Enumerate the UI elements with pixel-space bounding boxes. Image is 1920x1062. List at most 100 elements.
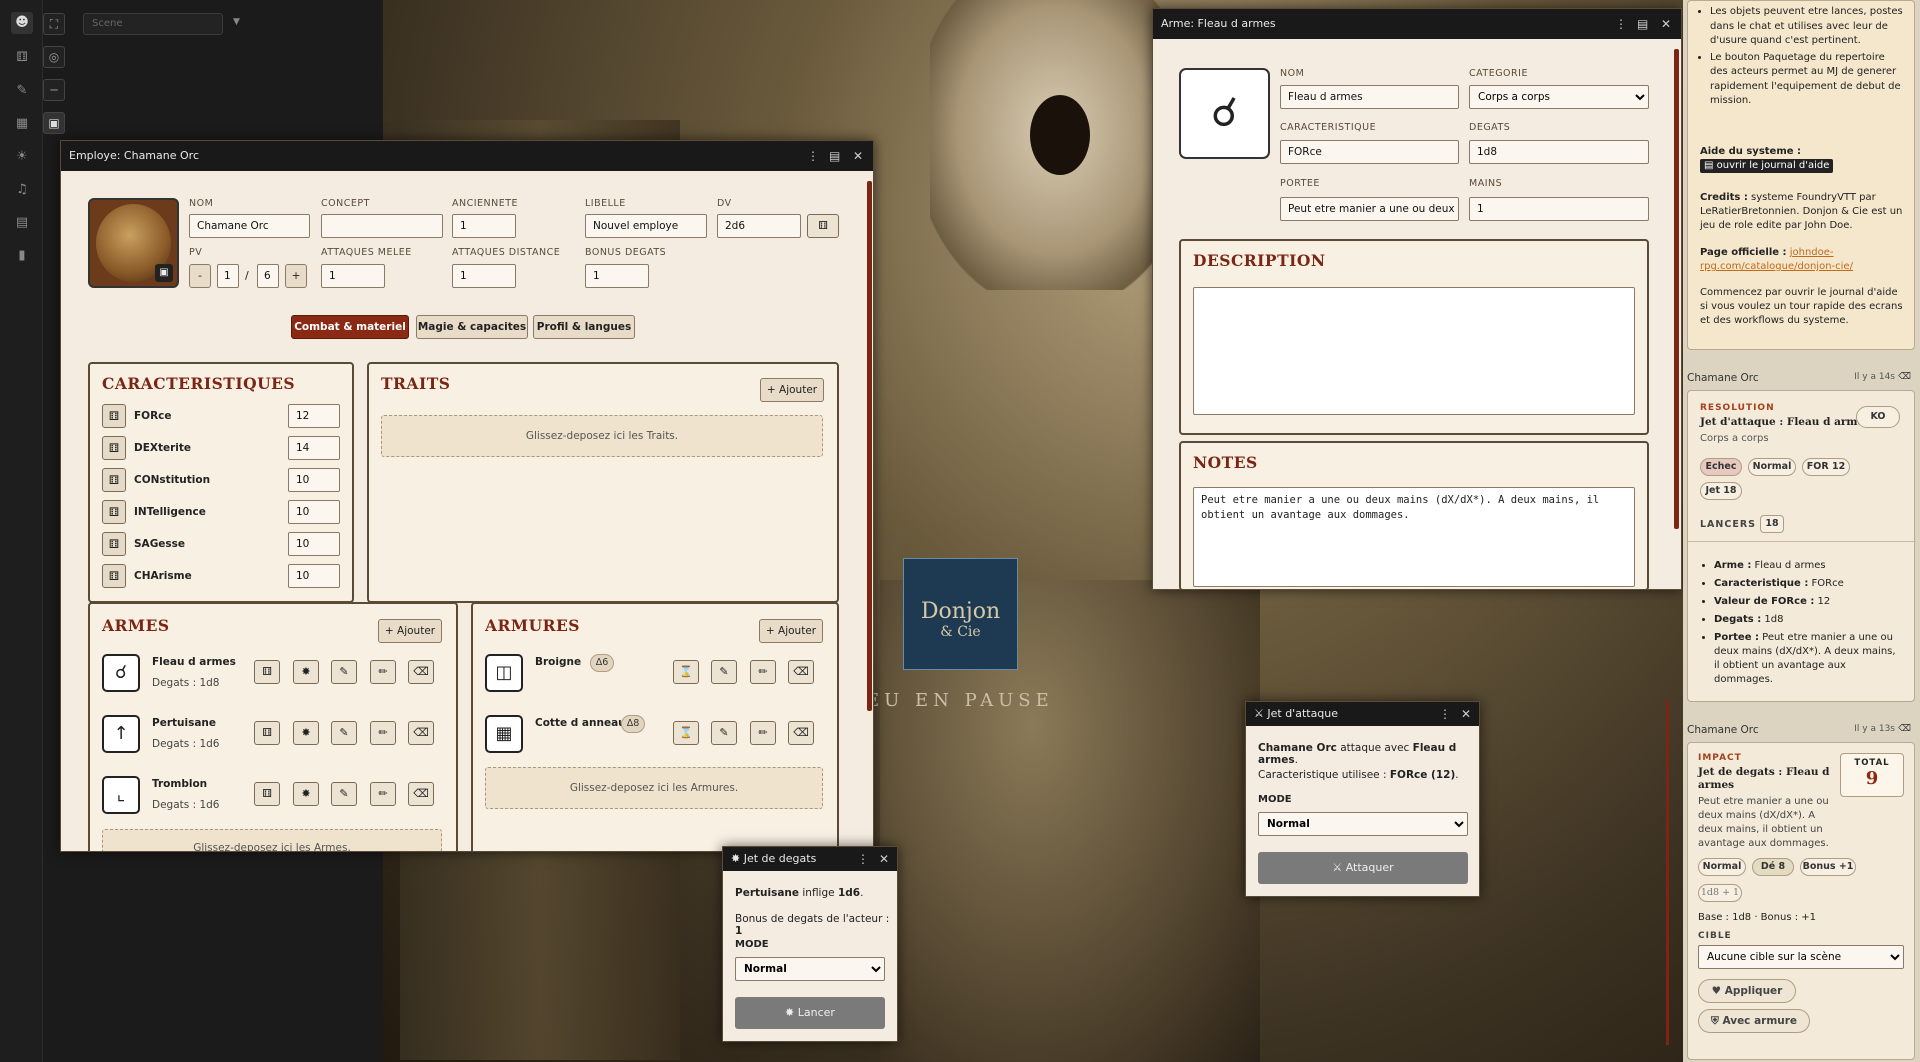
dice-icon[interactable]: ⚅: [254, 721, 280, 745]
traits-dropzone[interactable]: Glissez-deposez ici les Traits.: [381, 415, 823, 457]
burst-icon[interactable]: ✸: [293, 660, 319, 684]
dice-icon[interactable]: ⚅: [254, 660, 280, 684]
scene-selector[interactable]: Scene: [83, 13, 223, 35]
add-trait-button[interactable]: + Ajouter: [760, 378, 824, 402]
chat-icon[interactable]: ✎: [711, 660, 737, 684]
pencil-icon[interactable]: ✏: [750, 721, 776, 745]
chat-icon[interactable]: ✎: [331, 660, 357, 684]
pencil-icon[interactable]: ✏: [370, 782, 396, 806]
carac-value[interactable]: 14: [288, 436, 340, 460]
dv-field[interactable]: 2d6: [717, 214, 801, 238]
weapon-name[interactable]: Fleau d armes: [152, 656, 236, 668]
close-icon[interactable]: ✕: [879, 847, 889, 871]
anciennete-field[interactable]: 1: [452, 214, 516, 238]
weapon-name[interactable]: Tromblon: [152, 778, 207, 790]
pencil-icon[interactable]: ✏: [750, 660, 776, 684]
carac-value[interactable]: 10: [288, 500, 340, 524]
dice-icon[interactable]: ⚅: [102, 404, 126, 428]
degats-field[interactable]: 1d8: [1469, 140, 1649, 164]
pencil-icon[interactable]: ✏: [370, 660, 396, 684]
damage-mode-select[interactable]: Normal: [735, 957, 885, 981]
caracteristique-field[interactable]: FORce: [1280, 140, 1459, 164]
item-window-header[interactable]: Arme: Fleau d armes ⋮ ▤ ✕: [1153, 9, 1681, 39]
polearm-icon[interactable]: ↑: [102, 715, 140, 753]
chevron-down-icon[interactable]: ▼: [233, 17, 240, 27]
scrollbar[interactable]: [1674, 49, 1679, 529]
pencil-icon[interactable]: ✎: [11, 80, 33, 102]
attack-mode-select[interactable]: Normal: [1258, 812, 1468, 836]
trash-icon[interactable]: ⌫: [1898, 372, 1911, 382]
tab-combat[interactable]: Combat & materiel: [291, 315, 409, 339]
carac-value[interactable]: 10: [288, 564, 340, 588]
add-armor-button[interactable]: + Ajouter: [759, 619, 823, 643]
attack-dialog-header[interactable]: ⚔ Jet d'attaque ⋮ ✕: [1246, 702, 1479, 726]
concept-field[interactable]: [321, 214, 443, 238]
image-icon[interactable]: ▣: [155, 264, 173, 282]
close-icon[interactable]: ✕: [853, 141, 863, 171]
chat-icon[interactable]: ✎: [331, 721, 357, 745]
lightbulb-icon[interactable]: ☀: [11, 146, 33, 168]
hourglass-icon[interactable]: ⌛: [673, 721, 699, 745]
chainmail-icon[interactable]: ▦: [485, 715, 523, 753]
dice-icon[interactable]: ⚅: [102, 532, 126, 556]
notes-editor[interactable]: Peut etre manier a une ou deux mains (dX…: [1193, 487, 1635, 587]
trash-icon[interactable]: ⌫: [408, 721, 434, 745]
actor-window-header[interactable]: Employe: Chamane Orc ⋮ ▤ ✕: [61, 141, 873, 171]
trash-icon[interactable]: ⌫: [788, 721, 814, 745]
bonus-degats-field[interactable]: 1: [585, 264, 649, 288]
tab-profil[interactable]: Profil & langues: [533, 315, 635, 339]
music-icon[interactable]: ♫: [11, 179, 33, 201]
pv-current-field[interactable]: 1: [217, 264, 239, 288]
carac-value[interactable]: 10: [288, 468, 340, 492]
portee-field[interactable]: Peut etre manier a une ou deux mains: [1280, 197, 1459, 221]
roll-button[interactable]: ✸ Lancer: [735, 997, 885, 1029]
dice-icon[interactable]: ⚅: [102, 436, 126, 460]
user-icon[interactable]: ☻: [11, 12, 33, 34]
trash-icon[interactable]: ⌫: [408, 660, 434, 684]
chat-icon[interactable]: ✎: [711, 721, 737, 745]
grid-icon[interactable]: ▦: [11, 113, 33, 135]
fullscreen-icon[interactable]: ⛶: [43, 13, 65, 35]
carac-value[interactable]: 12: [288, 404, 340, 428]
mains-field[interactable]: 1: [1469, 197, 1649, 221]
dice-icon[interactable]: ⚅: [807, 214, 839, 238]
pv-plus-button[interactable]: +: [285, 264, 307, 288]
armors-dropzone[interactable]: Glissez-deposez ici les Armures.: [485, 767, 823, 809]
flail-icon[interactable]: ☌: [1179, 68, 1270, 159]
sheet-config-icon[interactable]: ▤: [1637, 9, 1648, 39]
description-editor[interactable]: [1193, 287, 1635, 415]
flail-icon[interactable]: ☌: [102, 654, 140, 692]
hourglass-icon[interactable]: ⌛: [673, 660, 699, 684]
armor-icon[interactable]: ◫: [485, 654, 523, 692]
pv-max-field[interactable]: 6: [257, 264, 279, 288]
dice-icon[interactable]: ⚅: [102, 564, 126, 588]
with-armor-button[interactable]: ⛨ Avec armure: [1698, 1009, 1810, 1033]
close-icon[interactable]: ✕: [1461, 702, 1471, 726]
attack-button[interactable]: ⚔ Attaquer: [1258, 852, 1468, 884]
weapons-dropzone[interactable]: Glissez-deposez ici les Armes.: [102, 829, 442, 851]
close-icon[interactable]: ✕: [1661, 9, 1671, 39]
apply-button[interactable]: ♥ Appliquer: [1698, 979, 1796, 1003]
menu-icon[interactable]: ⋮: [1439, 702, 1451, 726]
target-select[interactable]: Aucune cible sur la scène: [1698, 945, 1904, 969]
scrollbar[interactable]: [867, 181, 872, 711]
menu-icon[interactable]: ⋮: [857, 847, 869, 871]
damage-dialog-header[interactable]: ✸ Jet de degats ⋮ ✕: [723, 847, 897, 871]
dice-icon[interactable]: ⚅: [102, 500, 126, 524]
attaques-melee-field[interactable]: 1: [321, 264, 385, 288]
trash-icon[interactable]: ⌫: [1898, 724, 1911, 734]
ruler-icon[interactable]: ─: [43, 79, 65, 101]
burst-icon[interactable]: ✸: [293, 721, 319, 745]
item-name-field[interactable]: Fleau d armes: [1280, 85, 1459, 109]
attaques-distance-field[interactable]: 1: [452, 264, 516, 288]
pencil-icon[interactable]: ✏: [370, 721, 396, 745]
libelle-field[interactable]: Nouvel employe: [585, 214, 707, 238]
categorie-select[interactable]: Corps a corps: [1469, 85, 1649, 109]
bookmark-icon[interactable]: ▮: [11, 245, 33, 267]
avatar[interactable]: ▣: [88, 198, 179, 288]
gun-icon[interactable]: ⌞: [102, 776, 140, 814]
menu-icon[interactable]: ⋮: [807, 141, 819, 171]
chat-icon[interactable]: ✎: [331, 782, 357, 806]
sheet-config-icon[interactable]: ▤: [829, 141, 840, 171]
open-help-label[interactable]: ouvrir le journal d'aide: [1717, 160, 1830, 171]
